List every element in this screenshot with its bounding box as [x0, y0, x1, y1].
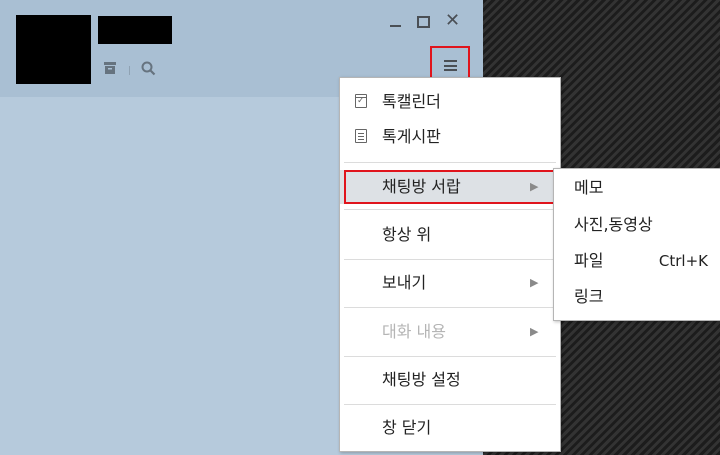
- maximize-button[interactable]: [413, 10, 433, 32]
- submenu-item-label: 사진,동영상: [574, 215, 653, 234]
- shortcut-label: Ctrl+K: [658, 252, 708, 270]
- menu-divider: [344, 209, 556, 210]
- menu-divider: [344, 356, 556, 357]
- menu-item-label: 대화 내용: [382, 322, 446, 341]
- menu-item-chat-history: 대화 내용 ▶: [340, 315, 560, 349]
- chat-room-name: [98, 16, 172, 44]
- submenu-item-label: 파일: [574, 251, 604, 270]
- menu-item-talk-board[interactable]: 톡게시판: [340, 120, 560, 154]
- header-icon-divider: [129, 66, 130, 75]
- submenu-item-links[interactable]: 링크: [554, 282, 720, 312]
- submenu-item-files[interactable]: 파일 Ctrl+K: [554, 246, 720, 276]
- menu-item-label: 항상 위: [382, 225, 432, 244]
- menu-item-label: 채팅방 서랍: [382, 177, 461, 196]
- menu-item-close-window[interactable]: 창 닫기: [340, 411, 560, 445]
- menu-divider: [344, 307, 556, 308]
- board-icon: [355, 129, 367, 143]
- minimize-button[interactable]: [386, 10, 406, 32]
- drawer-icon[interactable]: [103, 61, 117, 78]
- submenu-item-photos-videos[interactable]: 사진,동영상: [554, 210, 720, 240]
- submenu-item-label: 링크: [574, 287, 604, 306]
- calendar-icon: [355, 94, 367, 108]
- submenu-arrow-icon: ▶: [530, 180, 539, 193]
- maximize-icon: [417, 16, 430, 28]
- menu-item-label: 톡게시판: [382, 127, 441, 146]
- menu-item-label: 채팅방 설정: [382, 370, 461, 389]
- menu-item-always-on-top[interactable]: 항상 위: [340, 218, 560, 252]
- menu-item-talk-calendar[interactable]: 톡캘린더: [340, 85, 560, 119]
- submenu-item-label: 메모: [574, 178, 604, 197]
- submenu-arrow-icon: ▶: [530, 276, 539, 289]
- minimize-icon: [390, 25, 401, 27]
- drawer-submenu: 메모 사진,동영상 파일 Ctrl+K 링크: [553, 168, 720, 321]
- hamburger-menu-icon: [444, 60, 457, 71]
- menu-item-label: 보내기: [382, 273, 427, 292]
- menu-divider: [344, 404, 556, 405]
- submenu-item-memo[interactable]: 메모: [554, 173, 720, 203]
- menu-item-label: 창 닫기: [382, 418, 432, 437]
- menu-divider: [344, 259, 556, 260]
- menu-divider: [344, 162, 556, 163]
- context-menu: 톡캘린더 톡게시판 채팅방 서랍 ▶ 항상 위 보내기 ▶ 대화 내용 ▶ 채팅…: [339, 77, 561, 452]
- menu-item-label: 톡캘린더: [382, 92, 441, 111]
- menu-item-chat-drawer[interactable]: 채팅방 서랍 ▶: [340, 170, 560, 204]
- search-icon[interactable]: [141, 61, 156, 79]
- close-button[interactable]: ✕: [443, 10, 463, 32]
- close-icon: ✕: [445, 10, 461, 31]
- profile-image[interactable]: [16, 15, 91, 84]
- menu-item-send[interactable]: 보내기 ▶: [340, 266, 560, 300]
- submenu-arrow-icon: ▶: [530, 325, 539, 338]
- menu-item-chat-settings[interactable]: 채팅방 설정: [340, 363, 560, 397]
